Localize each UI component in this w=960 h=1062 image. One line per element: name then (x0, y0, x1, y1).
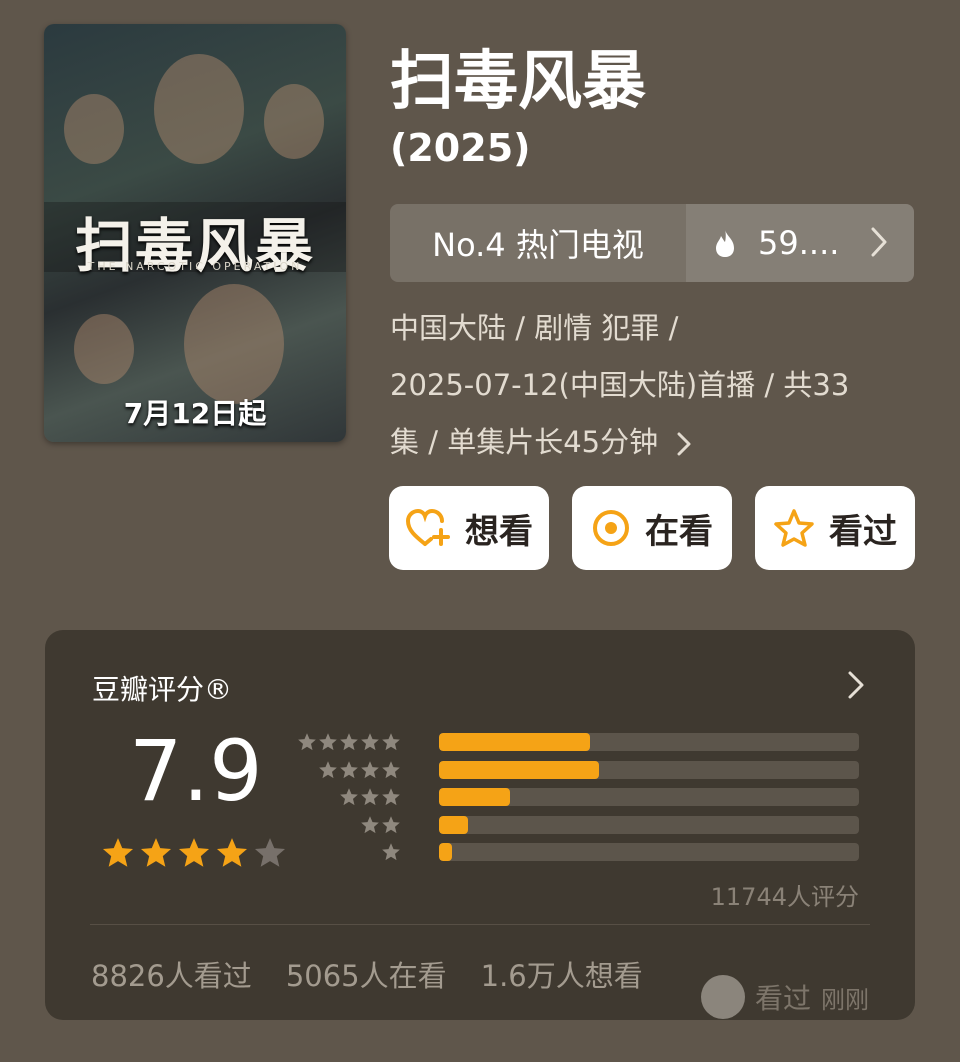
rating-score: 7.9 (129, 722, 263, 820)
rating-row-5 (298, 732, 859, 752)
watching-label: 在看 (645, 511, 713, 552)
show-meta[interactable]: 中国大陆 / 剧情 犯罪 / 2025-07-12(中国大陆)首播 / 共33 … (390, 300, 920, 471)
stats-row: 8826人看过 5065人在看 1.6万人想看 (91, 953, 643, 995)
rating-bar-track (439, 815, 859, 834)
star-outline-icon (774, 509, 814, 547)
rating-bar-fill (439, 843, 452, 861)
star-icon (102, 838, 134, 867)
star-icon (361, 733, 379, 751)
star-icon (178, 838, 210, 867)
watched-count: 8826人看过 (91, 959, 252, 993)
rating-bar-fill (439, 760, 599, 779)
star-icon (340, 788, 358, 806)
poster-image[interactable]: 扫毒风暴 THE NARCOTIC OPERATION 7月12日起 (44, 24, 346, 442)
rating-row-3 (317, 787, 859, 807)
star-icon (382, 788, 400, 806)
rating-bar-track (439, 760, 859, 779)
poster-figure (184, 284, 284, 404)
divider (90, 924, 870, 925)
star-icon (361, 760, 379, 778)
rating-bar-fill (439, 815, 469, 834)
chevron-right-icon (871, 227, 887, 257)
watching-count: 5065人在看 (285, 959, 447, 993)
rating-bar-fill (439, 788, 511, 806)
heat-value: 59.... (758, 224, 840, 262)
rating-bar-track (439, 843, 859, 861)
heat-section[interactable]: 59.... (686, 204, 914, 282)
star-icon (382, 760, 400, 778)
fire-icon (716, 229, 734, 257)
release-year: (2025) (390, 126, 531, 170)
chevron-right-icon (677, 432, 691, 456)
rating-count: 11744人评分 (710, 883, 859, 911)
poster-figure (64, 94, 124, 164)
watching-button[interactable]: 在看 (572, 486, 732, 570)
rating-stars (101, 836, 287, 870)
rating-title: 豆瓣评分® (92, 673, 233, 706)
poster-subtitle: THE NARCOTIC OPERATION (87, 260, 303, 273)
star-icon (319, 733, 337, 751)
star-icon (340, 733, 358, 751)
rating-bar-track (439, 733, 859, 751)
want-to-watch-label: 想看 (465, 511, 533, 552)
meta-line: 2025-07-12(中国大陆)首播 / 共33 (390, 368, 850, 402)
watermark-label: 看过 (754, 982, 811, 1015)
star-icon (382, 733, 400, 751)
star-icon (254, 838, 286, 867)
poster-figure (264, 84, 324, 159)
rating-bar-track (439, 788, 859, 806)
meta-line: 中国大陆 / 剧情 犯罪 / (390, 311, 679, 345)
page-title: 扫毒风暴 (390, 45, 646, 119)
poster-figure (154, 54, 244, 164)
rating-row-1 (317, 842, 859, 862)
star-icon (361, 815, 379, 833)
target-icon (593, 510, 629, 546)
row-stars (339, 787, 401, 807)
heart-plus-icon (405, 508, 450, 546)
meta-line-3: 集 / 单集片长45分钟 (390, 414, 920, 471)
watermark-time: 刚刚 (821, 985, 869, 1014)
row-stars (297, 732, 401, 752)
star-icon (382, 815, 400, 833)
want-to-watch-button[interactable]: 想看 (389, 486, 549, 570)
star-icon (340, 760, 358, 778)
poster-figure (74, 314, 134, 384)
rating-row-4 (317, 760, 859, 780)
meta-line: 集 / 单集片长45分钟 (390, 425, 659, 459)
ranking-label[interactable]: No.4 热门电视 (390, 204, 686, 282)
star-icon (382, 843, 400, 861)
rating-row-2 (317, 815, 859, 835)
ranking-bar[interactable]: No.4 热门电视 59.... (390, 204, 914, 282)
row-stars (318, 760, 401, 780)
rating-bar-fill (439, 733, 591, 751)
watermark-avatar (700, 975, 745, 1019)
star-icon (140, 838, 172, 867)
star-icon (298, 733, 316, 751)
poster-date: 7月12日起 (123, 397, 267, 430)
star-icon (216, 838, 248, 867)
chevron-right-icon[interactable] (847, 670, 865, 700)
watched-label: 看过 (829, 511, 897, 552)
watched-button[interactable]: 看过 (755, 486, 915, 570)
star-icon (361, 788, 379, 806)
watermark: 看过 刚刚 (700, 975, 869, 1019)
star-icon (319, 760, 337, 778)
row-stars (381, 842, 401, 862)
row-stars (360, 815, 401, 835)
want-count: 1.6万人想看 (480, 959, 643, 993)
rating-card[interactable]: 豆瓣评分® 7.9 11744人评分 8826人看过 5065人在看 1.6万人… (45, 630, 915, 1020)
